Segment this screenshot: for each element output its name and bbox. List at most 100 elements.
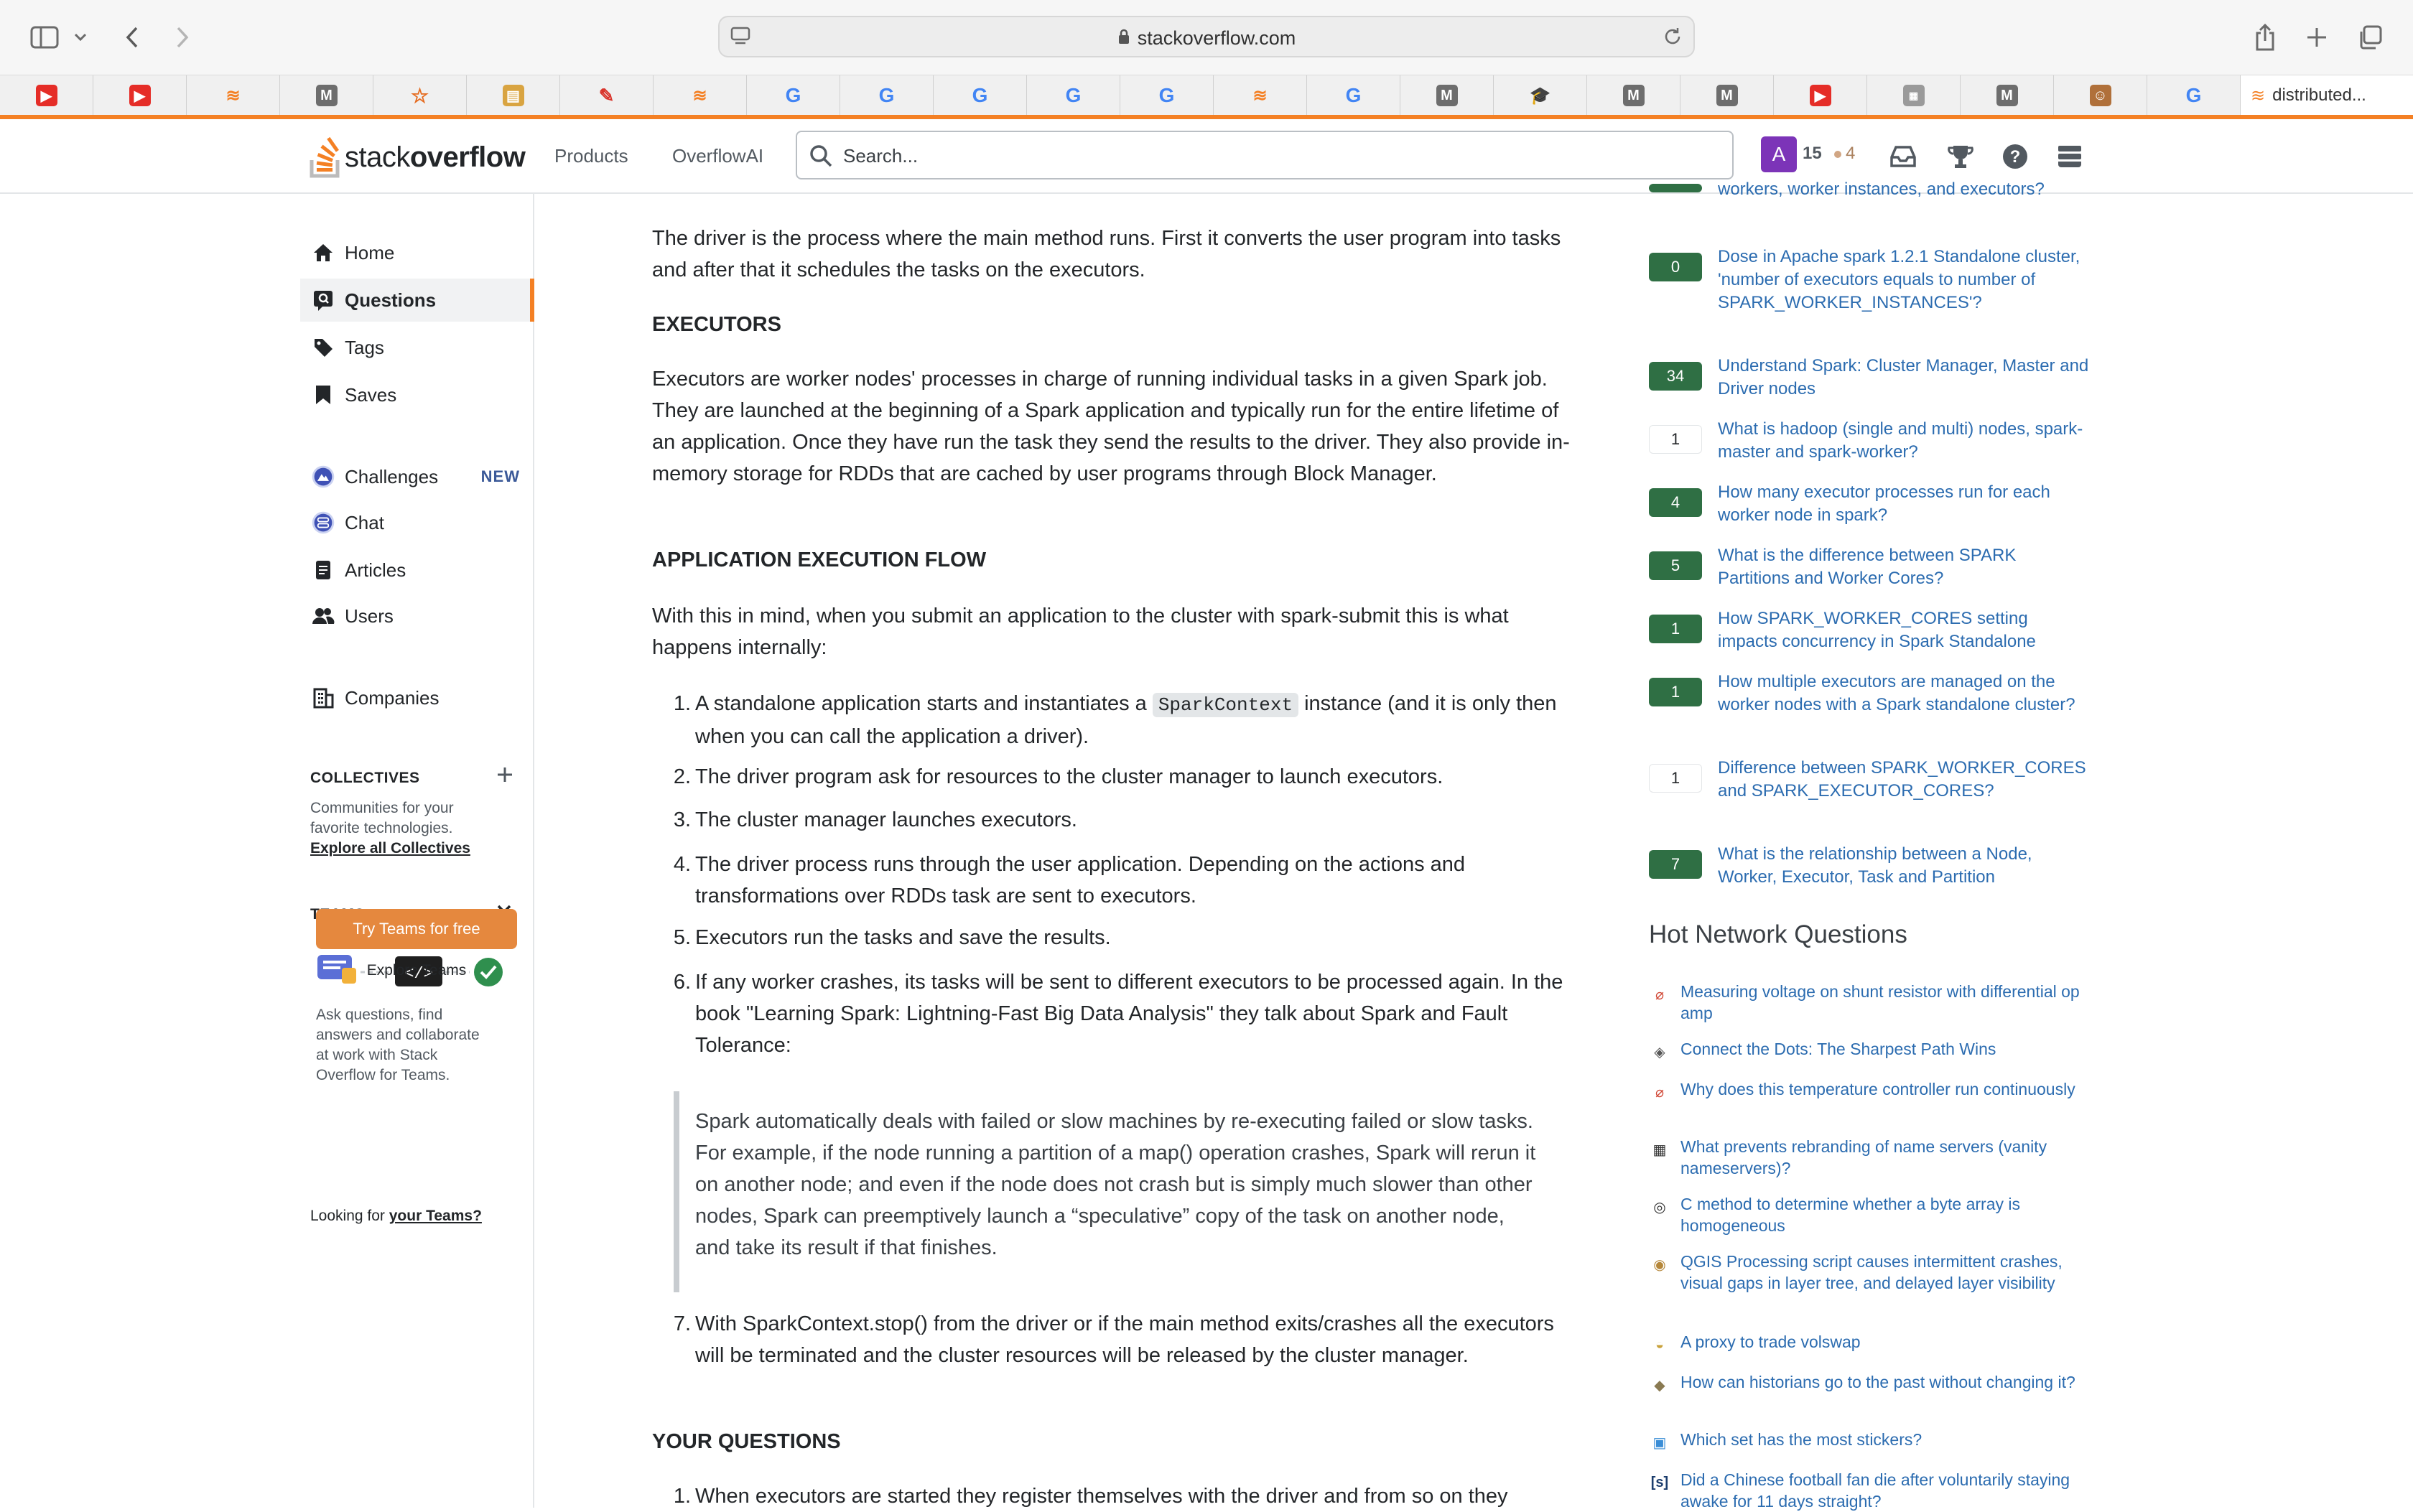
related-question-link[interactable]: Difference between SPARK_WORKER_CORES an… [1718, 757, 2091, 803]
hot-question-link[interactable]: Connect the Dots: The Sharpest Path Wins [1680, 1038, 2094, 1060]
tab-google[interactable]: G [934, 75, 1027, 116]
related-question-link[interactable]: Dose in Apache spark 1.2.1 Standalone cl… [1718, 246, 2091, 314]
related-question-link[interactable]: workers, worker instances, and executors… [1718, 178, 2091, 201]
search-box [796, 131, 1734, 179]
hot-question-link[interactable]: Which set has the most stickers? [1680, 1429, 2094, 1450]
your-teams-link[interactable]: your Teams? [389, 1208, 482, 1224]
share-icon[interactable] [2246, 19, 2284, 56]
list-item: With SparkContext.stop() from the driver… [695, 1312, 1554, 1367]
forward-icon[interactable] [164, 19, 201, 56]
explore-collectives-link[interactable]: Explore all Collectives [310, 840, 470, 857]
new-badge: NEW [480, 467, 520, 485]
article-icon [312, 559, 335, 582]
favorites-bar: ▶ ▶ ≋ M ☆ ▤ ✎ ≋ G G G G G ≋ G M 🎓 M M ▶ … [0, 75, 2413, 116]
related-question-link[interactable]: How multiple executors are managed on th… [1718, 671, 2091, 717]
collectives-desc-1: Communities for your [310, 800, 454, 816]
stackoverflow-logo[interactable]: stackoverflow [309, 132, 526, 182]
hot-question-link[interactable]: A proxy to trade volswap [1680, 1331, 2094, 1353]
sidebar-item-label: Articles [345, 559, 406, 581]
svg-text:?: ? [2010, 147, 2021, 167]
site-switcher-icon[interactable] [2054, 141, 2086, 172]
nav-overflowai[interactable]: OverflowAI [672, 145, 763, 167]
tab-google[interactable]: G [1027, 75, 1120, 116]
tab-google[interactable]: G [747, 75, 840, 116]
tab-pen[interactable]: ✎ [560, 75, 654, 116]
reload-icon[interactable] [1662, 26, 1683, 51]
tab-overview-icon[interactable] [2351, 19, 2389, 56]
tab-google[interactable]: G [1120, 75, 1214, 116]
help-icon[interactable]: ? [1999, 141, 2031, 172]
score-badge: 7 [1649, 850, 1702, 879]
tab-youtube[interactable]: ▶ [1774, 75, 1867, 116]
related-question-link[interactable]: Understand Spark: Cluster Manager, Maste… [1718, 355, 2091, 401]
youtube-icon: ▶ [35, 85, 57, 106]
sidebar-item-users[interactable]: Users [300, 594, 534, 638]
tab-medium[interactable]: M [1961, 75, 2054, 116]
tab-stackoverflow[interactable]: ≋ [187, 75, 280, 116]
tab-youtube[interactable]: ▶ [0, 75, 93, 116]
tab-medium[interactable]: M [1587, 75, 1680, 116]
sidebar-item-articles[interactable]: Articles [300, 549, 534, 592]
hot-question-link[interactable]: QGIS Processing script causes intermitte… [1680, 1251, 2094, 1294]
collectives-desc-2: favorite technologies. [310, 820, 453, 836]
tab-star[interactable]: ☆ [373, 75, 467, 116]
tab-medium[interactable]: M [280, 75, 373, 116]
tab-profile[interactable]: ☺ [2054, 75, 2147, 116]
looking-prefix: Looking for [310, 1208, 389, 1224]
tab-site[interactable]: ▦ [1867, 75, 1961, 116]
star-icon: ☆ [410, 84, 429, 107]
tab-book[interactable]: ▤ [467, 75, 560, 116]
chevron-down-icon[interactable] [66, 19, 95, 56]
nav-products[interactable]: Products [554, 145, 628, 167]
inbox-icon[interactable] [1887, 141, 1919, 172]
avatar[interactable]: A [1761, 136, 1797, 172]
tab-stackoverflow[interactable]: ≋ [1214, 75, 1307, 116]
achievements-icon[interactable] [1945, 141, 1976, 172]
step-text: A standalone application starts and inst… [695, 692, 1153, 715]
tab-active[interactable]: ≋ distributed... [2241, 75, 2413, 116]
bronze-badge-icon [1834, 151, 1841, 158]
list-item: A standalone application starts and inst… [695, 688, 1586, 752]
sidebar-item-companies[interactable]: Companies [300, 676, 534, 719]
tab-graduation[interactable]: 🎓 [1494, 75, 1587, 116]
related-question-link[interactable]: What is the difference between SPARK Par… [1718, 544, 2091, 590]
search-input[interactable] [842, 141, 1706, 171]
tab-google[interactable]: G [2147, 75, 2241, 116]
lego-icon: ▣ [1652, 1434, 1667, 1451]
related-question-link[interactable]: What is hadoop (single and multi) nodes,… [1718, 418, 2091, 464]
sidebar-item-chat[interactable]: Chat [300, 501, 534, 544]
hot-question-link[interactable]: How can historians go to the past withou… [1680, 1371, 2094, 1393]
explore-teams-link[interactable]: Explore Teams [316, 962, 517, 979]
back-icon[interactable] [113, 19, 151, 56]
sidebar-item-label: Users [345, 605, 394, 627]
address-bar[interactable]: stackoverflow.com [718, 16, 1695, 57]
related-question-link[interactable]: What is the relationship between a Node,… [1718, 843, 2091, 889]
new-tab-icon[interactable] [2298, 19, 2335, 56]
hot-question-link[interactable]: C method to determine whether a byte arr… [1680, 1193, 2094, 1236]
stackoverflow-icon: ≋ [1252, 85, 1268, 106]
hot-question-link[interactable]: Measuring voltage on shunt resistor with… [1680, 981, 2094, 1024]
sidebar-item-questions[interactable]: Questions [300, 279, 534, 322]
hot-question-link[interactable]: Why does this temperature controller run… [1680, 1078, 2094, 1100]
related-question-link[interactable]: How many executor processes run for each… [1718, 481, 2091, 527]
sidebar-toggle-icon[interactable] [26, 19, 63, 56]
related-question-link[interactable]: How SPARK_WORKER_CORES setting impacts c… [1718, 607, 2091, 653]
tab-stackoverflow[interactable]: ≋ [654, 75, 747, 116]
list-number: 2. [673, 765, 691, 788]
sidebar-item-tags[interactable]: Tags [300, 326, 534, 369]
sidebar-item-saves[interactable]: Saves [300, 373, 534, 416]
add-collective-icon[interactable] [496, 765, 514, 788]
tab-medium[interactable]: M [1680, 75, 1774, 116]
hot-question-link[interactable]: What prevents rebranding of name servers… [1680, 1136, 2094, 1179]
collectives-title: COLLECTIVES [310, 770, 420, 786]
tab-google[interactable]: G [840, 75, 934, 116]
sidebar-item-home[interactable]: Home [300, 231, 534, 274]
browser-toolbar: stackoverflow.com [0, 0, 2413, 75]
sidebar-item-challenges[interactable]: Challenges NEW [300, 455, 534, 498]
tab-youtube[interactable]: ▶ [93, 75, 187, 116]
tab-medium[interactable]: M [1400, 75, 1494, 116]
try-teams-button[interactable]: Try Teams for free [316, 909, 517, 949]
hot-question-link[interactable]: Did a Chinese football fan die after vol… [1680, 1469, 2094, 1512]
tab-google[interactable]: G [1307, 75, 1400, 116]
challenges-icon [312, 465, 335, 488]
